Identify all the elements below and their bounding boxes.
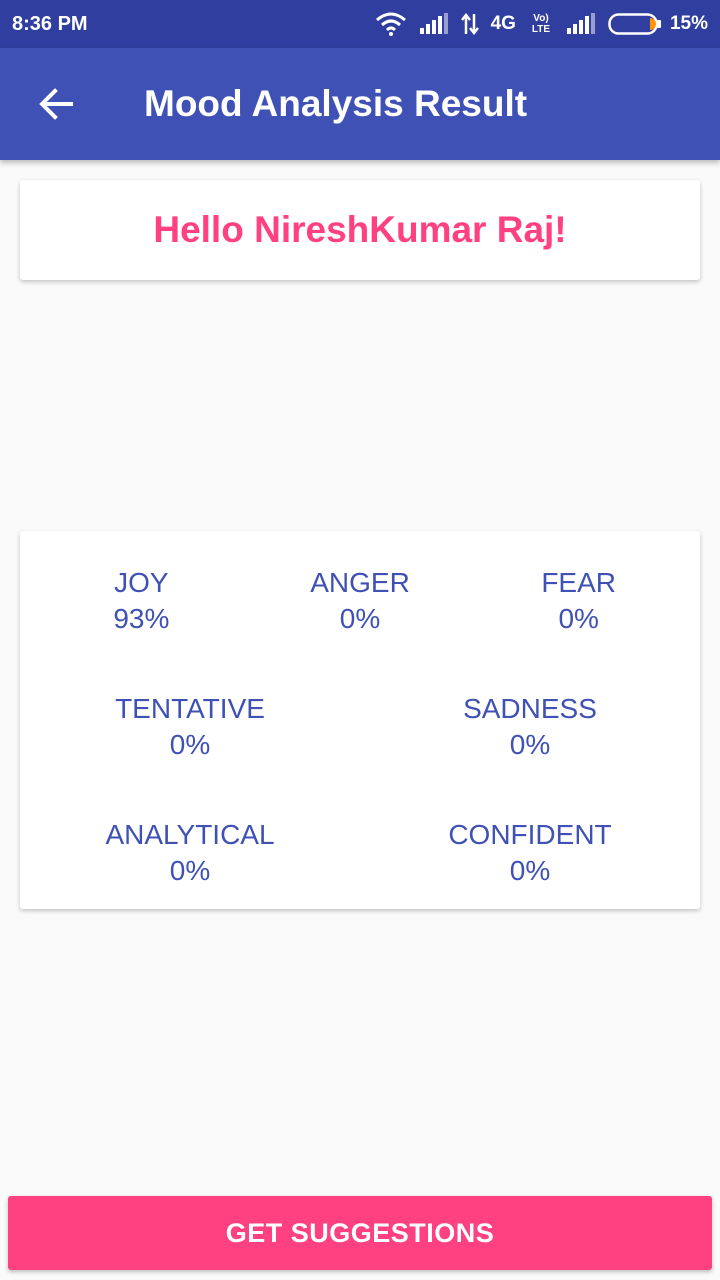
mood-row: ANALYTICAL 0% CONFIDENT 0% [20,817,700,889]
signal-icon [566,13,595,34]
mood-value: 0% [169,729,211,760]
mood-label: ANALYTICAL [105,819,275,850]
volte-badge: Vo) LTE [531,13,551,35]
greeting-card: Hello NireshKumar Raj! [20,180,700,280]
mood-label: SADNESS [463,693,597,724]
mood-value: 0% [509,729,551,760]
mood-analytical: ANALYTICAL 0% [20,817,360,889]
mood-joy: JOY 93% [20,565,251,637]
greeting-text: Hello NireshKumar Raj! [153,209,567,250]
mood-label: ANGER [310,567,410,598]
mood-confident: CONFIDENT 0% [360,817,700,889]
page-title: Mood Analysis Result [144,83,528,124]
mood-row: TENTATIVE 0% SADNESS 0% [20,691,700,763]
get-suggestions-button[interactable]: GET SUGGESTIONS [8,1196,712,1270]
mood-sadness: SADNESS 0% [360,691,700,763]
mood-value: 0% [509,855,551,886]
mood-label: CONFIDENT [448,819,612,850]
mood-value: 0% [558,603,599,634]
mood-label: JOY [114,567,169,598]
network-type: 4G [490,13,516,34]
mood-value: 0% [339,603,381,634]
status-icons: 4G Vo) LTE 15% [375,12,708,36]
mood-fear: FEAR 0% [469,565,700,637]
mood-results-card: JOY 93% ANGER 0% FEAR 0% TENTATIVE 0% SA… [20,531,700,909]
data-arrows-icon [460,13,479,35]
battery: 15% [608,12,708,36]
app-bar: Mood Analysis Result [0,48,720,160]
status-bar: 8:36 PM 4G Vo) LTE 15% [0,0,720,48]
mood-row: JOY 93% ANGER 0% FEAR 0% [20,565,700,637]
mood-anger: ANGER 0% [251,565,470,637]
battery-icon [608,13,661,35]
battery-percent: 15% [669,13,708,34]
mood-value: 0% [169,855,211,886]
arrow-left-icon [39,88,73,120]
mood-label: TENTATIVE [115,693,265,724]
status-time: 8:36 PM [12,12,88,35]
signal-icon [419,13,448,34]
wifi-icon [375,12,406,36]
mood-value: 93% [113,603,170,634]
mood-tentative: TENTATIVE 0% [20,691,360,763]
mood-label: FEAR [541,567,617,598]
back-button[interactable] [0,48,112,160]
